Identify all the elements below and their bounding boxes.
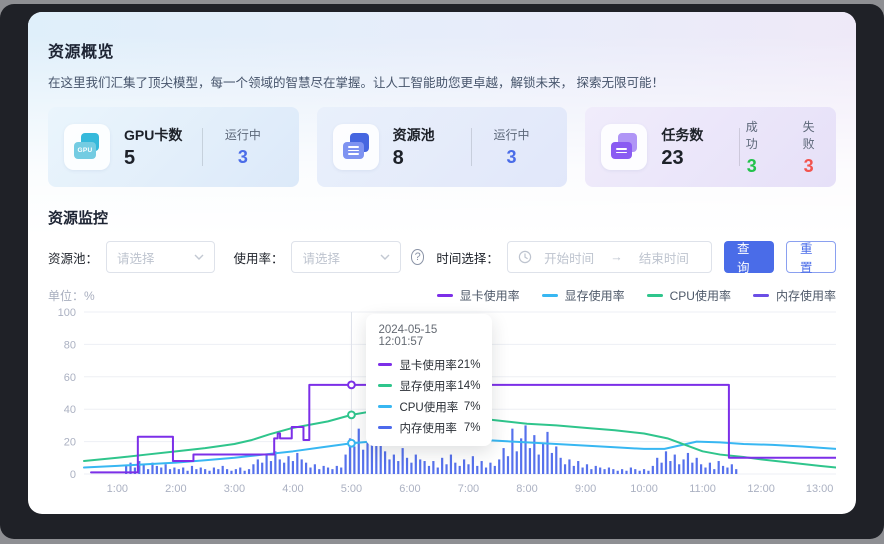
pool-filter-label: 资源池： — [48, 248, 98, 267]
svg-text:13:00: 13:00 — [806, 483, 834, 495]
dashboard-panel: 资源概览 在这里我们汇集了顶尖模型，每一个领域的智慧尽在掌握。让人工智能助您更卓… — [28, 12, 856, 514]
task-icon — [601, 124, 647, 170]
legend-row: 单位：% 显卡使用率 显存使用率 CPU使用率 — [48, 287, 836, 304]
svg-text:40: 40 — [64, 404, 76, 416]
svg-text:12:00: 12:00 — [747, 483, 775, 495]
clock-icon — [518, 250, 532, 264]
metric-success: 成功 3 — [740, 118, 763, 177]
legend-item-gpu-usage[interactable]: 显卡使用率 — [437, 287, 520, 304]
stat-value: 8 — [393, 147, 471, 170]
chart-tooltip: 2024-05-15 12:01:57 显卡使用率 21% 显存使用率 14% … — [366, 314, 492, 446]
svg-text:60: 60 — [64, 372, 76, 384]
svg-text:0: 0 — [70, 469, 76, 481]
usage-chart[interactable]: 0 20 40 60 80 100 1:00 2:00 3:00 4:00 5:00 6:00 7:00… — [48, 306, 836, 503]
svg-text:20: 20 — [64, 437, 76, 449]
end-time-input[interactable]: 结束时间 — [627, 248, 701, 267]
stat-card-gpu: GPU GPU卡数 5 运行中 3 — [48, 107, 299, 187]
page-title: 资源概览 — [48, 38, 836, 62]
reset-button[interactable]: 重置 — [786, 241, 836, 273]
svg-text:9:00: 9:00 — [575, 483, 596, 495]
svg-text:3:00: 3:00 — [224, 483, 245, 495]
metric-failed: 失败 3 — [797, 118, 820, 177]
legend-item-vram-usage[interactable]: 显存使用率 — [542, 287, 625, 304]
time-range-picker[interactable]: 开始时间 → 结束时间 — [507, 241, 712, 273]
app-window: 资源概览 在这里我们汇集了顶尖模型，每一个领域的智慧尽在掌握。让人工智能助您更卓… — [0, 4, 884, 539]
tooltip-row: 内存使用率 7% — [378, 417, 480, 438]
stat-card-tasks: 任务数 23 成功 3 失败 3 — [585, 107, 836, 187]
tooltip-date: 2024-05-15 12:01:57 — [378, 324, 480, 348]
metric-running: 运行中 3 — [225, 126, 261, 168]
svg-text:5:00: 5:00 — [341, 483, 362, 495]
svg-text:2:00: 2:00 — [165, 483, 186, 495]
query-button[interactable]: 查询 — [724, 241, 774, 273]
usage-select[interactable]: 请选择 — [291, 241, 400, 273]
legend-item-mem-usage[interactable]: 内存使用率 — [753, 287, 836, 304]
stat-card-pool: 资源池 8 运行中 3 — [317, 107, 568, 187]
metric-running: 运行中 3 — [493, 126, 529, 168]
time-filter-label: 时间选择： — [436, 248, 499, 267]
stats-row: GPU GPU卡数 5 运行中 3 — [48, 107, 836, 187]
svg-text:7:00: 7:00 — [458, 483, 479, 495]
svg-text:10:00: 10:00 — [630, 483, 658, 495]
svg-text:100: 100 — [58, 307, 76, 319]
stat-value: 23 — [661, 147, 739, 170]
svg-text:80: 80 — [64, 339, 76, 351]
usage-filter-label: 使用率： — [233, 248, 283, 267]
legend-item-cpu-usage[interactable]: CPU使用率 — [647, 287, 731, 304]
tooltip-row: 显卡使用率 21% — [378, 354, 480, 375]
stat-label: 任务数 — [661, 125, 739, 145]
filter-bar: 资源池： 请选择 使用率： 请选择 ? 时间选择： — [48, 241, 836, 273]
chevron-down-icon — [380, 254, 390, 260]
stat-label: GPU卡数 — [124, 125, 202, 145]
tooltip-row: CPU使用率 7% — [378, 396, 480, 417]
unit-label: 单位：% — [48, 287, 95, 304]
svg-text:1:00: 1:00 — [107, 483, 128, 495]
start-time-input[interactable]: 开始时间 — [532, 248, 606, 267]
monitor-section-title: 资源监控 — [48, 207, 836, 228]
gpu-icon: GPU — [64, 124, 110, 170]
range-arrow: → — [606, 250, 627, 264]
pool-icon — [333, 124, 379, 170]
tooltip-row: 显存使用率 14% — [378, 375, 480, 396]
pool-select[interactable]: 请选择 — [106, 241, 215, 273]
svg-text:11:00: 11:00 — [689, 483, 716, 495]
chart-legend: 显卡使用率 显存使用率 CPU使用率 内存使用率 — [437, 287, 836, 304]
chevron-down-icon — [194, 254, 204, 260]
stat-value: 5 — [124, 147, 202, 170]
svg-text:4:00: 4:00 — [282, 483, 303, 495]
help-icon[interactable]: ? — [411, 249, 425, 265]
page-subtitle: 在这里我们汇集了顶尖模型，每一个领域的智慧尽在掌握。让人工智能助您更卓越，解锁未… — [48, 72, 836, 91]
svg-text:8:00: 8:00 — [516, 483, 537, 495]
svg-text:6:00: 6:00 — [399, 483, 420, 495]
stat-label: 资源池 — [393, 125, 471, 145]
